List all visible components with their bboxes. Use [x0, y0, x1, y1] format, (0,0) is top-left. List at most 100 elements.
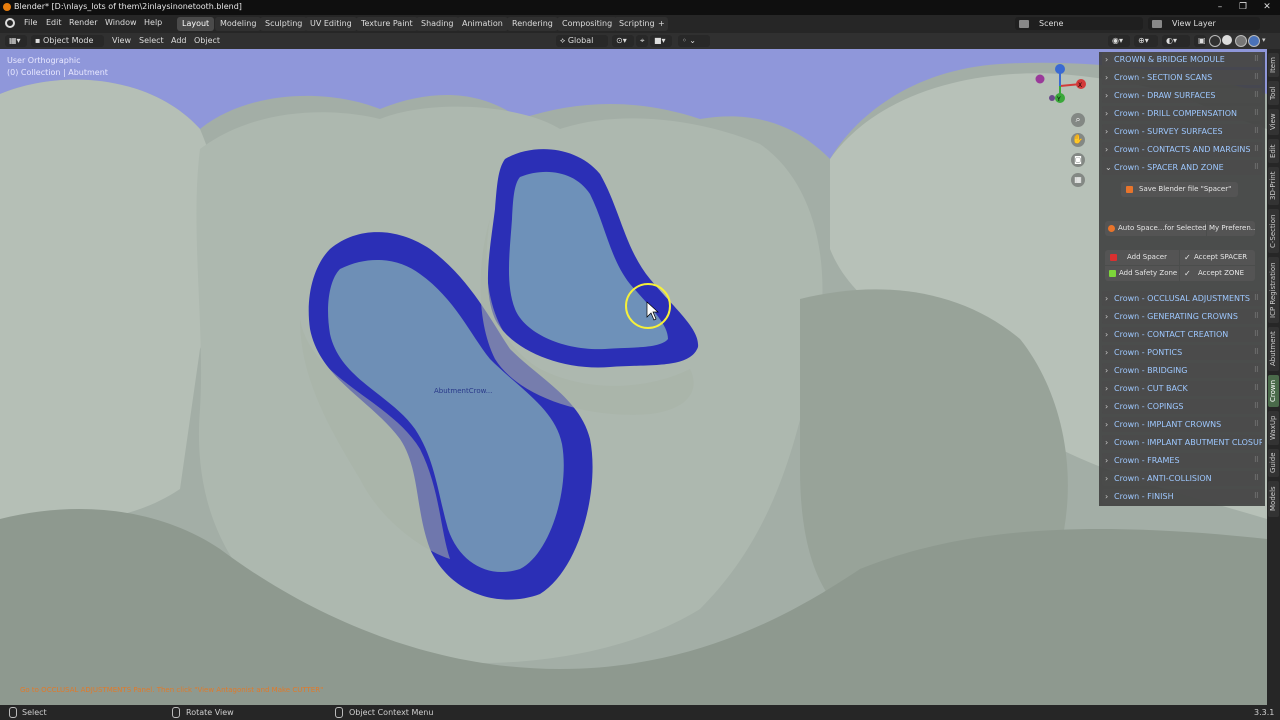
drag-grip-icon[interactable]: ⠿	[1254, 124, 1259, 139]
pivot-button[interactable]: ⊙▾	[612, 35, 634, 47]
tab-guide[interactable]: Guide	[1268, 449, 1279, 477]
panel-pontics[interactable]: › Crown - PONTICS ⠿	[1102, 345, 1262, 360]
tab-waxup[interactable]: WaxUp	[1268, 411, 1279, 445]
panel-section-scans[interactable]: › Crown - SECTION SCANS ⠿	[1102, 70, 1262, 85]
panel-contacts-margins[interactable]: › Crown - CONTACTS AND MARGINS ⠿	[1102, 142, 1262, 157]
material-shading-icon[interactable]	[1235, 35, 1247, 47]
blender-menu-icon[interactable]	[5, 18, 15, 28]
panel-drill-compensation[interactable]: › Crown - DRILL COMPENSATION ⠿	[1102, 106, 1262, 121]
panel-crown-bridge-module[interactable]: › CROWN & BRIDGE MODULE ⠿	[1102, 52, 1262, 67]
close-button[interactable]: ✕	[1257, 1, 1277, 13]
menu-edit[interactable]: Edit	[46, 18, 62, 27]
header-menu-select[interactable]: Select	[139, 36, 164, 45]
panel-contact-creation[interactable]: › Crown - CONTACT CREATION ⠿	[1102, 327, 1262, 342]
3d-viewport[interactable]: User Orthographic (0) Collection | Abutm…	[0, 49, 1267, 705]
tab-uv-editing[interactable]: UV Editing	[305, 17, 357, 31]
tab-rendering[interactable]: Rendering	[507, 17, 558, 31]
drag-grip-icon[interactable]: ⠿	[1254, 345, 1259, 360]
tab-sculpting[interactable]: Sculpting	[260, 17, 308, 31]
add-workspace-button[interactable]: +	[655, 17, 668, 31]
camera-icon[interactable]: ◙	[1071, 153, 1085, 167]
drag-grip-icon[interactable]: ⠿	[1254, 453, 1259, 468]
tab-layout[interactable]: Layout	[177, 17, 215, 31]
drag-grip-icon[interactable]: ⠿	[1254, 142, 1259, 157]
visibility-button[interactable]: ◉▾	[1108, 35, 1130, 47]
panel-bridging[interactable]: › Crown - BRIDGING ⠿	[1102, 363, 1262, 378]
zoom-icon[interactable]: ⌕	[1071, 113, 1085, 127]
tab-icp-registration[interactable]: ICP Registration	[1268, 257, 1279, 323]
menu-help[interactable]: Help	[144, 18, 162, 27]
panel-copings[interactable]: › Crown - COPINGS ⠿	[1102, 399, 1262, 414]
tab-view[interactable]: View	[1268, 109, 1279, 135]
drag-grip-icon[interactable]: ⠿	[1254, 489, 1259, 504]
overlay-toggle-button[interactable]: ◐▾	[1162, 35, 1190, 47]
proportional-edit-button[interactable]: ◦ ⌄	[678, 35, 710, 47]
panel-cut-back[interactable]: › Crown - CUT BACK ⠿	[1102, 381, 1262, 396]
save-spacer-button[interactable]: Save Blender file "Spacer"	[1121, 182, 1238, 197]
tab-3d-print[interactable]: 3D-Print	[1268, 167, 1279, 205]
header-menu-view[interactable]: View	[112, 36, 131, 45]
menu-file[interactable]: File	[24, 18, 37, 27]
snap-icon[interactable]: ⌖	[636, 35, 648, 47]
solid-shading-icon[interactable]	[1222, 35, 1232, 45]
panel-implant-crowns[interactable]: › Crown - IMPLANT CROWNS ⠿	[1102, 417, 1262, 432]
drag-grip-icon[interactable]: ⠿	[1254, 52, 1259, 67]
tab-models[interactable]: Models	[1268, 481, 1279, 517]
panel-survey-surfaces[interactable]: › Crown - SURVEY SURFACES ⠿	[1102, 124, 1262, 139]
panel-finish[interactable]: › Crown - FINISH ⠿	[1102, 489, 1262, 504]
snap-target-button[interactable]: ■▾	[650, 35, 672, 47]
tab-tool[interactable]: Tool	[1268, 81, 1279, 105]
tab-crown[interactable]: Crown	[1268, 375, 1279, 407]
minimize-button[interactable]: –	[1210, 1, 1230, 13]
drag-grip-icon[interactable]: ⠿	[1254, 399, 1259, 414]
tab-animation[interactable]: Animation	[457, 17, 508, 31]
tab-edit[interactable]: Edit	[1268, 139, 1279, 163]
grid-view-icon[interactable]: ▦	[1071, 173, 1085, 187]
mode-selector[interactable]: ▪ Object Mode	[31, 35, 104, 47]
shading-options-icon[interactable]: ▾	[1262, 36, 1266, 44]
accept-spacer-button[interactable]: ✓ Accept SPACER	[1180, 250, 1255, 265]
tab-scripting[interactable]: Scripting	[614, 17, 660, 31]
rendered-shading-icon[interactable]	[1248, 35, 1260, 47]
header-menu-add[interactable]: Add	[171, 36, 187, 45]
drag-grip-icon[interactable]: ⠿	[1254, 106, 1259, 121]
my-preferences-button[interactable]: My Preferen...	[1207, 221, 1255, 236]
drag-grip-icon[interactable]: ⠿	[1254, 363, 1259, 378]
accept-zone-button[interactable]: ✓ Accept ZONE	[1180, 266, 1255, 281]
drag-grip-icon[interactable]: ⠿	[1254, 327, 1259, 342]
drag-grip-icon[interactable]: ⠿	[1254, 309, 1259, 324]
editor-type-button[interactable]: ▦▾	[5, 35, 27, 47]
navigation-gizmo[interactable]: X Y	[1030, 61, 1090, 111]
wireframe-shading-icon[interactable]	[1209, 35, 1221, 47]
maximize-button[interactable]: ❐	[1233, 1, 1253, 13]
menu-render[interactable]: Render	[69, 18, 97, 27]
drag-grip-icon[interactable]: ⠿	[1254, 291, 1259, 306]
tab-c-section[interactable]: C-Section	[1268, 209, 1279, 253]
panel-implant-abutment-closure[interactable]: › Crown - IMPLANT ABUTMENT CLOSURE	[1102, 435, 1262, 450]
auto-space-button[interactable]: Auto Space...for Selected	[1105, 221, 1206, 236]
panel-anti-collision[interactable]: › Crown - ANTI-COLLISION ⠿	[1102, 471, 1262, 486]
tab-modeling[interactable]: Modeling	[215, 17, 262, 31]
panel-occlusal-adjustments[interactable]: › Crown - OCCLUSAL ADJUSTMENTS ⠿	[1102, 291, 1262, 306]
drag-grip-icon[interactable]: ⠿	[1254, 471, 1259, 486]
header-menu-object[interactable]: Object	[194, 36, 220, 45]
drag-grip-icon[interactable]: ⠿	[1254, 88, 1259, 103]
view-layer-selector[interactable]: View Layer	[1148, 17, 1260, 30]
tab-compositing[interactable]: Compositing	[557, 17, 618, 31]
drag-grip-icon[interactable]: ⠿	[1254, 417, 1259, 432]
pan-hand-icon[interactable]: ✋	[1071, 133, 1085, 147]
add-spacer-button[interactable]: Add Spacer	[1105, 250, 1179, 265]
panel-generating-crowns[interactable]: › Crown - GENERATING CROWNS ⠿	[1102, 309, 1262, 324]
tab-item[interactable]: Item	[1268, 53, 1279, 77]
drag-grip-icon[interactable]: ⠿	[1254, 70, 1259, 85]
menu-window[interactable]: Window	[105, 18, 137, 27]
transform-orientation-selector[interactable]: ⟡ Global	[556, 35, 608, 47]
scene-selector[interactable]: Scene	[1015, 17, 1143, 30]
gizmo-toggle-button[interactable]: ⊕▾	[1134, 35, 1158, 47]
tab-shading[interactable]: Shading	[416, 17, 459, 31]
panel-draw-surfaces[interactable]: › Crown - DRAW SURFACES ⠿	[1102, 88, 1262, 103]
panel-spacer-and-zone[interactable]: ⌄ Crown - SPACER AND ZONE ⠿	[1102, 160, 1262, 175]
panel-frames[interactable]: › Crown - FRAMES ⠿	[1102, 453, 1262, 468]
drag-grip-icon[interactable]: ⠿	[1254, 160, 1259, 175]
drag-grip-icon[interactable]: ⠿	[1254, 381, 1259, 396]
